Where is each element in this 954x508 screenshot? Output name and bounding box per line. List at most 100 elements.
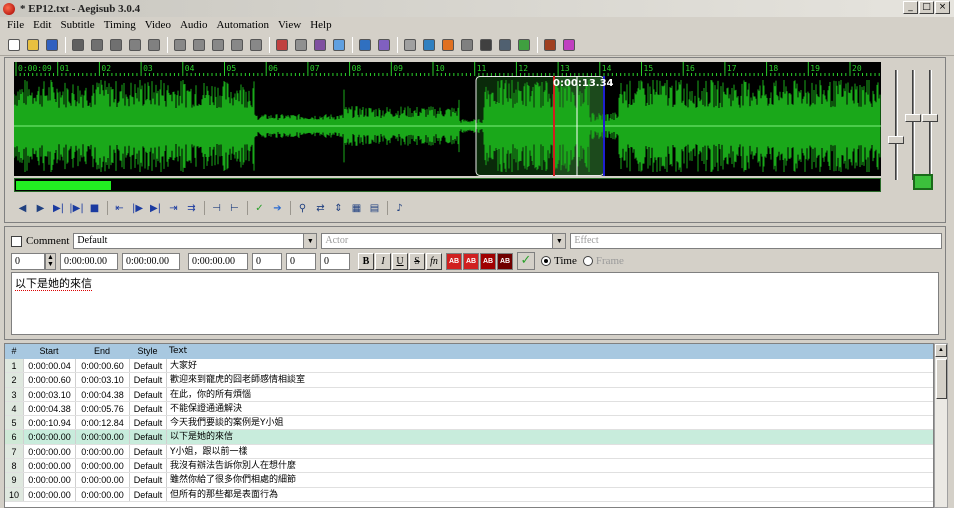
close-button[interactable]: ×: [935, 1, 950, 14]
audio-scroll-thumb[interactable]: [16, 181, 112, 190]
link-zoom-button[interactable]: [913, 174, 933, 190]
fonts-collector-icon[interactable]: [228, 36, 246, 54]
commit-checkmark-icon[interactable]: ✓: [517, 252, 535, 270]
save-file-icon[interactable]: [43, 36, 61, 54]
resample-icon[interactable]: [247, 36, 265, 54]
zoom-in-icon[interactable]: [88, 36, 106, 54]
layer-field[interactable]: 0: [11, 252, 45, 270]
commit-icon[interactable]: ✓: [251, 200, 268, 217]
menu-item-video[interactable]: Video: [141, 19, 176, 31]
play-selection-icon[interactable]: ▶|: [50, 200, 67, 217]
menu-item-help[interactable]: Help: [306, 19, 336, 31]
translation-assistant-icon[interactable]: [356, 36, 374, 54]
snap-start-icon[interactable]: [126, 36, 144, 54]
aegisub-app-icon[interactable]: [3, 2, 15, 15]
minimize-button[interactable]: _: [903, 1, 918, 14]
menu-item-view[interactable]: View: [274, 19, 306, 31]
style-combo[interactable]: Default ▼: [73, 233, 318, 249]
goto-icon[interactable]: ➔: [269, 200, 286, 217]
set-end-icon[interactable]: ⊢: [226, 200, 243, 217]
header-text[interactable]: Text: [166, 344, 933, 359]
layer-spinner[interactable]: ▲ ▼: [45, 252, 56, 270]
audio-scrollbar[interactable]: [14, 178, 881, 192]
menu-item-audio[interactable]: Audio: [176, 19, 213, 31]
start-time-field[interactable]: 0:00:00.00: [60, 252, 118, 270]
grid-scroll-thumb[interactable]: [936, 359, 947, 399]
karaoke-icon[interactable]: ▤: [366, 200, 383, 217]
menu-item-subtitle[interactable]: Subtitle: [56, 19, 99, 31]
color-button-3[interactable]: AB: [480, 252, 496, 270]
format-button-u[interactable]: U: [392, 252, 408, 270]
next-line-icon[interactable]: ▶: [32, 200, 49, 217]
replace-icon[interactable]: [311, 36, 329, 54]
auto-commit-icon[interactable]: ⚲: [294, 200, 311, 217]
clock-icon[interactable]: [477, 36, 495, 54]
maximize-button[interactable]: □: [919, 1, 934, 14]
set-start-icon[interactable]: ⊣: [208, 200, 225, 217]
vertical-zoom-thumb[interactable]: [905, 114, 921, 122]
karaoke-mode-icon[interactable]: ♪: [391, 200, 408, 217]
prev-line-icon[interactable]: ◀: [14, 200, 31, 217]
zoom-out-icon[interactable]: [107, 36, 125, 54]
format-button-s[interactable]: S: [409, 252, 425, 270]
jump-to-icon[interactable]: [69, 36, 87, 54]
table-row[interactable]: 9 0:00:00.00 0:00:00.00 Default 雖然你給了很多你們相處的…: [5, 473, 933, 488]
spectrum-icon[interactable]: ▦: [348, 200, 365, 217]
time-radio[interactable]: [541, 256, 551, 266]
header-end[interactable]: End: [75, 344, 129, 359]
snap-end-icon[interactable]: [145, 36, 163, 54]
effect-field[interactable]: Effect: [570, 233, 943, 249]
color-button-1[interactable]: AB: [446, 252, 462, 270]
vertical-zoom-slider[interactable]: [912, 70, 915, 180]
attachments-icon[interactable]: [209, 36, 227, 54]
color-button-4[interactable]: AB: [497, 252, 513, 270]
comment-checkbox[interactable]: [11, 235, 22, 247]
audio-waveform[interactable]: 0:00:13.34: [14, 76, 881, 176]
margin-vertical-field[interactable]: 0: [320, 252, 350, 270]
play-after-end-icon[interactable]: ⇥: [165, 200, 182, 217]
format-button-b[interactable]: B: [358, 252, 374, 270]
scroll-up-icon[interactable]: ▲: [935, 344, 947, 357]
table-row[interactable]: 7 0:00:00.00 0:00:00.00 Default Y小姐，跟以前一樣: [5, 444, 933, 460]
checklist-icon[interactable]: [515, 36, 533, 54]
frame-radio[interactable]: [582, 256, 593, 266]
play-to-end-icon[interactable]: ⇉: [183, 200, 200, 217]
properties-icon[interactable]: [190, 36, 208, 54]
actor-combo[interactable]: Actor ▼: [321, 233, 567, 249]
chevron-down-icon[interactable]: ▼: [303, 234, 317, 248]
horizontal-zoom-thumb[interactable]: [888, 136, 904, 144]
menu-item-timing[interactable]: Timing: [100, 19, 141, 31]
audio-timeline[interactable]: 0:00:09 01 02 03 04 05 06 07 08 09 10 11 12 13 14 15 16 1…: [14, 62, 881, 76]
options-icon[interactable]: [496, 36, 514, 54]
menu-item-file[interactable]: File: [3, 19, 29, 31]
duration-field[interactable]: 0:00:00.00: [188, 252, 248, 270]
menu-item-automation[interactable]: Automation: [212, 19, 274, 31]
spell-checker-icon[interactable]: [330, 36, 348, 54]
margin-left-field[interactable]: 0: [252, 252, 282, 270]
styling-assistant-icon[interactable]: [401, 36, 419, 54]
table-row[interactable]: 5 0:00:10.94 0:00:12.84 Default 今天我們要談的案例是Y小…: [5, 416, 933, 431]
table-row[interactable]: 8 0:00:00.00 0:00:00.00 Default 我沒有辦法告訴你別人在想…: [5, 459, 933, 474]
horizontal-zoom-slider[interactable]: [895, 70, 898, 180]
table-row[interactable]: 1 0:00:00.04 0:00:00.60 Default 大家好: [5, 359, 933, 374]
subtitle-text-editor[interactable]: 以下是她的來信: [11, 272, 939, 335]
new-file-icon[interactable]: [5, 36, 23, 54]
end-time-field[interactable]: 0:00:00.00: [122, 252, 180, 270]
table-row[interactable]: 10 0:00:00.00 0:00:00.00 Default 但所有的那些都是表面行…: [5, 487, 933, 502]
keyboard-icon[interactable]: [560, 36, 578, 54]
stop-icon[interactable]: ■: [86, 200, 103, 217]
grid-scrollbar[interactable]: ▲: [934, 343, 948, 508]
menu-item-edit[interactable]: Edit: [29, 19, 56, 31]
visual-typesetting-icon[interactable]: [458, 36, 476, 54]
shift-times-icon[interactable]: [420, 36, 438, 54]
margin-right-field[interactable]: 0: [286, 252, 316, 270]
play-before-start-icon[interactable]: ⇤: [111, 200, 128, 217]
play-after-start-icon[interactable]: |▶: [129, 200, 146, 217]
table-row[interactable]: 3 0:00:03.10 0:00:04.38 Default 在此，你的所有煩惱: [5, 387, 933, 402]
table-row[interactable]: 4 0:00:04.38 0:00:05.76 Default 不能保證通通解決: [5, 401, 933, 417]
format-button-fn[interactable]: fn: [426, 252, 442, 270]
tools-icon[interactable]: [541, 36, 559, 54]
table-row[interactable]: 2 0:00:00.60 0:00:03.10 Default 歡迎來到寵虎的囧老師感情…: [5, 373, 933, 388]
styles-manager-icon[interactable]: [171, 36, 189, 54]
chevron-down-icon[interactable]: ▼: [552, 234, 566, 248]
